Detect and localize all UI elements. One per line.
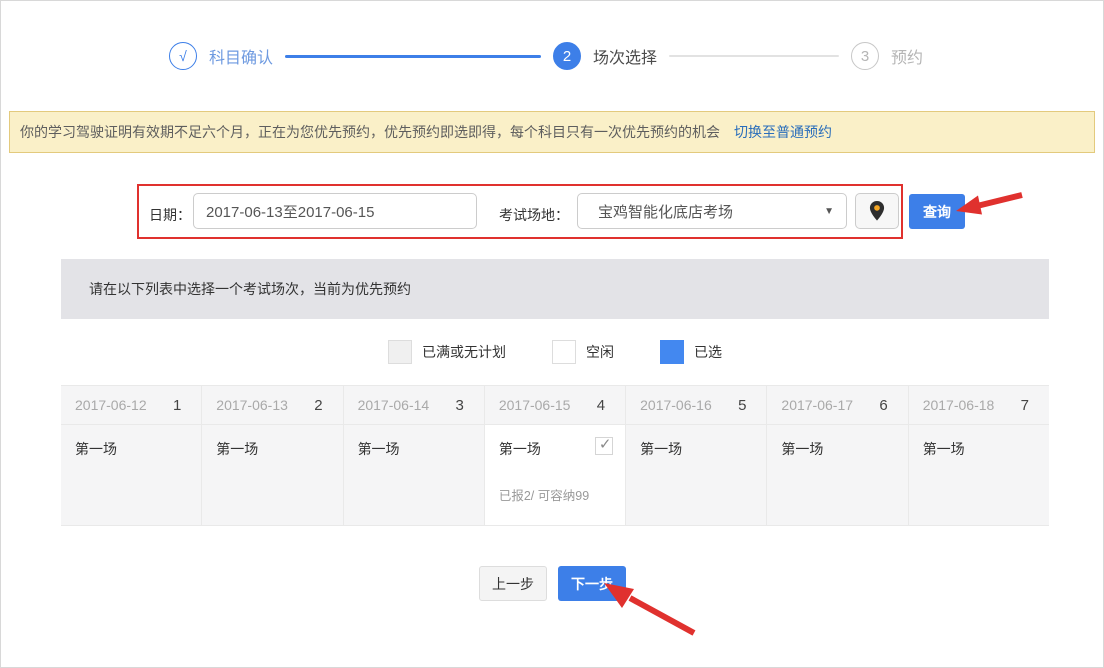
- date-header: 2017-06-132: [201, 386, 342, 424]
- legend-label-selected: 已选: [694, 342, 722, 362]
- map-pin-icon: [867, 200, 887, 222]
- date-header: 2017-06-154: [484, 386, 625, 424]
- date-range-input[interactable]: [193, 193, 477, 229]
- exam-session-booking-page: √ 科目确认 2 场次选择 3 预约 你的学习驾驶证明有效期不足六个月，正在为您…: [0, 0, 1104, 668]
- step1-label: 科目确认: [209, 44, 273, 68]
- step1-circle: √: [169, 42, 197, 70]
- check-icon: √: [179, 48, 187, 64]
- legend-swatch-free: [552, 340, 576, 364]
- session-schedule-table: 2017-06-121 2017-06-132 2017-06-143 2017…: [61, 385, 1049, 526]
- previous-step-button[interactable]: 上一步: [479, 566, 547, 601]
- session-checkbox-checked[interactable]: ✓: [595, 437, 613, 455]
- venue-label: 考试场地：: [499, 205, 569, 225]
- chevron-down-icon: ▼: [824, 206, 846, 217]
- session-cell[interactable]: 第一场: [61, 425, 201, 525]
- session-cell[interactable]: 第一场: [908, 425, 1049, 525]
- list-instruction-bar: 请在以下列表中选择一个考试场次，当前为优先预约: [61, 259, 1049, 319]
- session-cell[interactable]: 第一场: [343, 425, 484, 525]
- notice-text: 你的学习驾驶证明有效期不足六个月，正在为您优先预约，优先预约即选即得，每个科目只…: [20, 122, 720, 142]
- legend-label-full: 已满或无计划: [422, 342, 506, 362]
- session-cell[interactable]: 第一场: [766, 425, 907, 525]
- legend-item-selected: 已选: [660, 340, 722, 364]
- session-capacity-text: 已报2/ 可容纳99: [499, 485, 611, 504]
- date-header: 2017-06-143: [343, 386, 484, 424]
- session-cell-selected[interactable]: 第一场 ✓ 已报2/ 可容纳99: [484, 425, 625, 525]
- step-connector-1: [285, 55, 541, 58]
- step-connector-2: [669, 55, 839, 57]
- date-header: 2017-06-121: [61, 386, 201, 424]
- step2-label: 场次选择: [593, 44, 657, 68]
- session-cell[interactable]: 第一场: [201, 425, 342, 525]
- legend-label-free: 空闲: [586, 342, 614, 362]
- map-location-button[interactable]: [855, 193, 899, 229]
- step2-circle: 2: [553, 42, 581, 70]
- list-instruction-text: 请在以下列表中选择一个考试场次，当前为优先预约: [89, 279, 411, 299]
- session-cell[interactable]: 第一场: [625, 425, 766, 525]
- legend-item-full: 已满或无计划: [388, 340, 506, 364]
- priority-booking-notice: 你的学习驾驶证明有效期不足六个月，正在为您优先预约，优先预约即选即得，每个科目只…: [9, 111, 1095, 153]
- schedule-header-row: 2017-06-121 2017-06-132 2017-06-143 2017…: [61, 385, 1049, 425]
- legend-item-free: 空闲: [552, 340, 614, 364]
- status-legend: 已满或无计划 空闲 已选: [61, 319, 1049, 385]
- venue-select[interactable]: 宝鸡智能化底店考场 ▼: [577, 193, 847, 229]
- step3-label: 预约: [891, 44, 923, 68]
- date-header: 2017-06-165: [625, 386, 766, 424]
- query-button[interactable]: 查询: [909, 194, 965, 229]
- legend-swatch-full: [388, 340, 412, 364]
- step3-circle: 3: [851, 42, 879, 70]
- next-step-button[interactable]: 下一步: [558, 566, 626, 601]
- switch-to-normal-booking-link[interactable]: 切换至普通预约: [734, 122, 832, 142]
- step-indicator: √ 科目确认 2 场次选择 3 预约: [1, 1, 1103, 111]
- venue-selected-value: 宝鸡智能化底店考场: [578, 201, 824, 222]
- legend-swatch-selected: [660, 340, 684, 364]
- date-label: 日期：: [149, 205, 191, 225]
- date-header: 2017-06-176: [766, 386, 907, 424]
- check-icon: ✓: [599, 435, 612, 453]
- date-header: 2017-06-187: [908, 386, 1049, 424]
- schedule-body-row: 第一场 第一场 第一场 第一场 ✓ 已报2/ 可容纳99 第一场 第一场 第一场: [61, 425, 1049, 526]
